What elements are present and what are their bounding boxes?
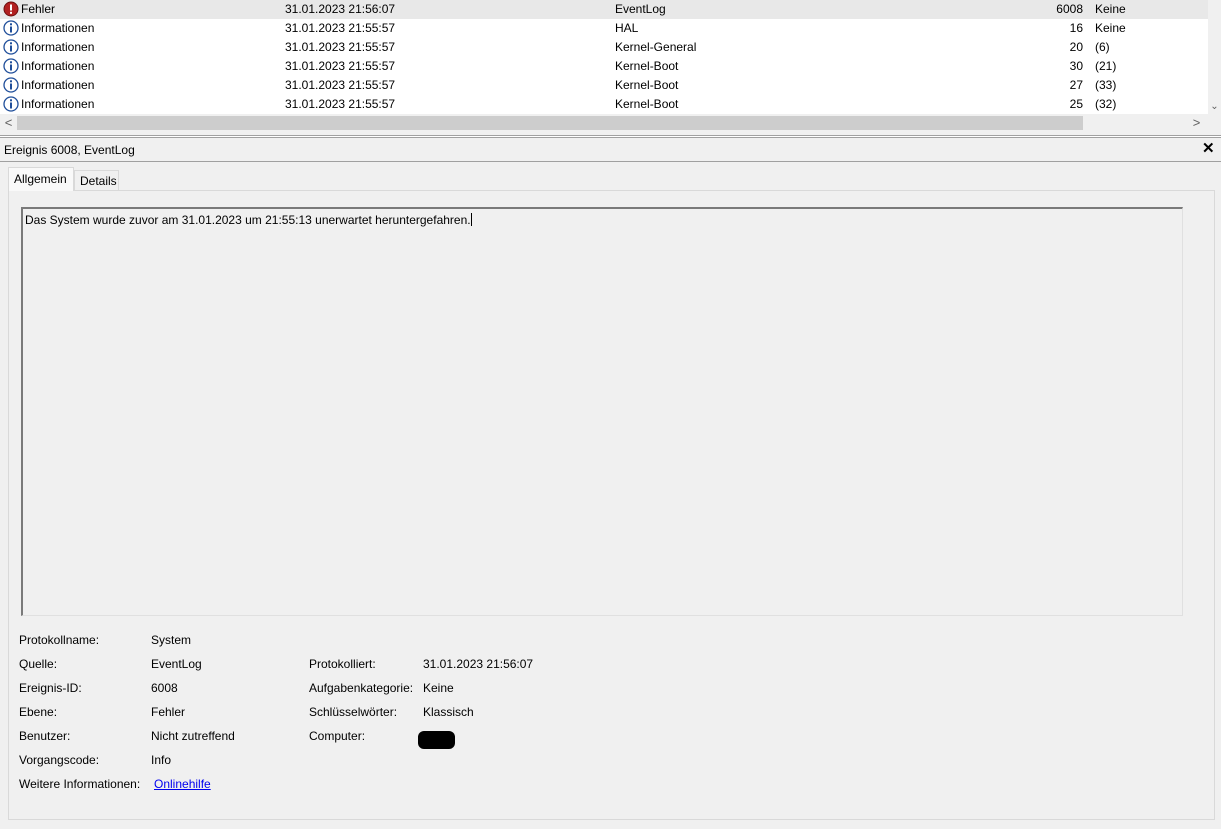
event-datetime: 31.01.2023 21:55:57 — [285, 97, 396, 111]
event-rows: Fehler 31.01.2023 21:56:07 EventLog 6008… — [0, 0, 1208, 114]
event-level: Informationen — [21, 78, 95, 92]
horizontal-scroll-thumb[interactable] — [17, 116, 1083, 130]
event-category: (6) — [1095, 40, 1110, 54]
event-level: Informationen — [21, 59, 95, 73]
detail-header: Ereignis 6008, EventLog ✕ — [0, 139, 1221, 162]
info-icon — [3, 39, 19, 55]
event-datetime: 31.01.2023 21:55:57 — [285, 78, 396, 92]
horizontal-scrollbar[interactable]: < > — [0, 114, 1208, 132]
event-row[interactable]: Informationen 31.01.2023 21:55:57 Kernel… — [0, 76, 1208, 95]
event-category: (33) — [1095, 78, 1117, 92]
opcode-label: Vorgangscode: — [19, 753, 100, 767]
logged-value: 31.01.2023 21:56:07 — [423, 657, 534, 671]
event-row[interactable]: Informationen 31.01.2023 21:55:57 HAL 16… — [0, 19, 1208, 38]
scrollbar-corner — [1208, 114, 1221, 132]
event-datetime: 31.01.2023 21:56:07 — [285, 2, 396, 16]
event-category: Keine — [1095, 21, 1126, 35]
tab-details[interactable]: Details — [74, 170, 119, 191]
event-source: EventLog — [615, 2, 666, 16]
task-category-value: Keine — [423, 681, 454, 695]
opcode-value: Info — [151, 753, 172, 767]
event-id: 20 — [1069, 40, 1083, 54]
online-help-link[interactable]: Onlinehilfe — [154, 777, 211, 791]
event-id: 30 — [1069, 59, 1083, 73]
info-icon — [3, 58, 19, 74]
event-source: HAL — [615, 21, 639, 35]
info-icon — [3, 77, 19, 93]
description-box[interactable]: Das System wurde zuvor am 31.01.2023 um … — [21, 207, 1183, 616]
text-caret — [470, 213, 472, 226]
source-value: EventLog — [151, 657, 202, 671]
task-category-label: Aufgabenkategorie: — [309, 681, 414, 695]
detail-title: Ereignis 6008, EventLog — [4, 143, 135, 157]
event-source: Kernel-Boot — [615, 97, 679, 111]
more-info-label: Weitere Informationen: — [19, 777, 141, 791]
event-category: (21) — [1095, 59, 1117, 73]
event-source: Kernel-General — [615, 40, 697, 54]
event-category: Keine — [1095, 2, 1126, 16]
user-label: Benutzer: — [19, 729, 71, 743]
event-row[interactable]: Fehler 31.01.2023 21:56:07 EventLog 6008… — [0, 0, 1208, 19]
level-value: Fehler — [151, 705, 186, 719]
event-level: Informationen — [21, 40, 95, 54]
event-source: Kernel-Boot — [615, 78, 679, 92]
computer-value-redacted — [418, 731, 455, 749]
event-list[interactable]: Fehler 31.01.2023 21:56:07 EventLog 6008… — [0, 0, 1221, 132]
event-id-value: 6008 — [151, 681, 178, 695]
tab-general[interactable]: Allgemein — [8, 167, 74, 191]
event-level: Fehler — [21, 2, 56, 16]
vertical-scrollbar[interactable]: ⌄ — [1208, 0, 1221, 114]
scroll-down-icon[interactable]: ⌄ — [1208, 100, 1221, 114]
info-icon — [3, 20, 19, 36]
user-value: Nicht zutreffend — [151, 729, 235, 743]
event-category: (32) — [1095, 97, 1117, 111]
log-name-label: Protokollname: — [19, 633, 100, 647]
event-row[interactable]: Informationen 31.01.2023 21:55:57 Kernel… — [0, 38, 1208, 57]
logged-label: Protokolliert: — [309, 657, 376, 671]
keywords-value: Klassisch — [423, 705, 474, 719]
event-datetime: 31.01.2023 21:55:57 — [285, 21, 396, 35]
event-source: Kernel-Boot — [615, 59, 679, 73]
keywords-label: Schlüsselwörter: — [309, 705, 398, 719]
event-datetime: 31.01.2023 21:55:57 — [285, 59, 396, 73]
event-description: Das System wurde zuvor am 31.01.2023 um … — [25, 213, 471, 227]
event-id: 27 — [1069, 78, 1083, 92]
event-id: 25 — [1069, 97, 1083, 111]
level-label: Ebene: — [19, 705, 58, 719]
info-icon — [3, 96, 19, 112]
event-datetime: 31.01.2023 21:55:57 — [285, 40, 396, 54]
event-id: 16 — [1069, 21, 1083, 35]
event-id-label: Ereignis-ID: — [19, 681, 82, 695]
error-icon — [3, 1, 19, 17]
scroll-left-icon[interactable]: < — [0, 114, 17, 132]
event-id: 6008 — [1056, 2, 1083, 16]
scroll-right-icon[interactable]: > — [1188, 114, 1205, 132]
event-row[interactable]: Informationen 31.01.2023 21:55:57 Kernel… — [0, 95, 1208, 114]
pane-splitter[interactable] — [0, 135, 1221, 138]
event-row[interactable]: Informationen 31.01.2023 21:55:57 Kernel… — [0, 57, 1208, 76]
event-level: Informationen — [21, 97, 95, 111]
computer-label: Computer: — [309, 729, 366, 743]
event-level: Informationen — [21, 21, 95, 35]
source-label: Quelle: — [19, 657, 58, 671]
close-icon[interactable]: ✕ — [1202, 139, 1215, 159]
log-name-value: System — [151, 633, 192, 647]
